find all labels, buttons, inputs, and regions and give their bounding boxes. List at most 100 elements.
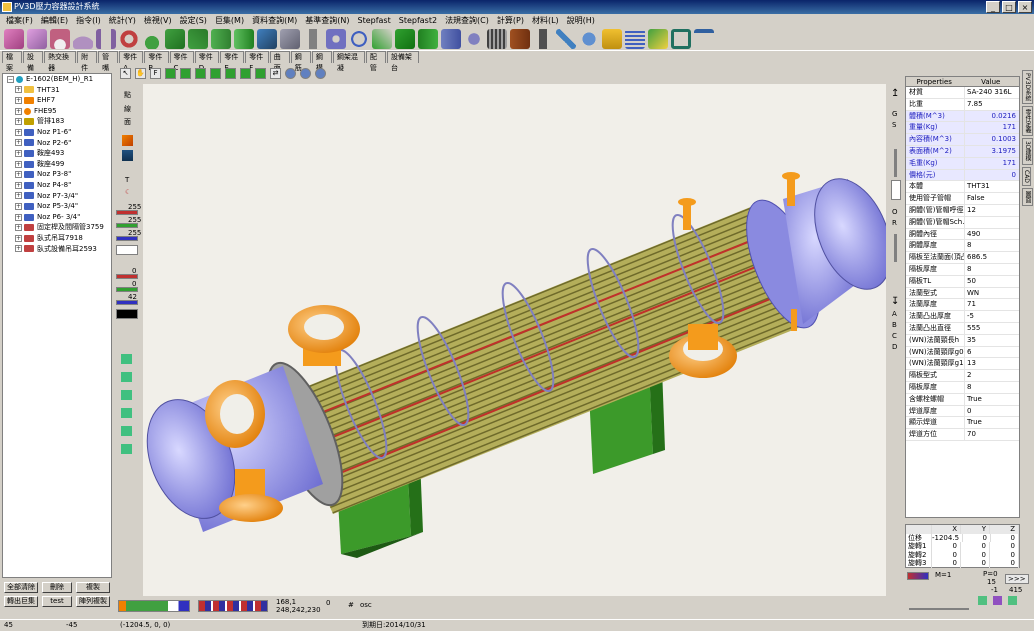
view-iso-icon[interactable] xyxy=(255,68,266,79)
menu-base-query[interactable]: 基準查詢(N) xyxy=(301,14,353,27)
bend-icon[interactable] xyxy=(372,29,392,49)
menu-code-query[interactable]: 法規查詢(C) xyxy=(441,14,493,27)
expand-icon[interactable]: + xyxy=(15,118,22,126)
tree-item[interactable]: + THT31 xyxy=(3,85,111,96)
property-row[interactable]: 隔板至法蘭面(頂凸)686.5 xyxy=(906,252,1019,264)
menu-data-query[interactable]: 資料查詢(M) xyxy=(248,14,301,27)
property-value[interactable]: 71 xyxy=(964,299,1019,311)
arch-icon[interactable] xyxy=(50,29,70,49)
property-row[interactable]: 材質 SA-240 316L xyxy=(906,87,1019,99)
menu-command[interactable]: 指令(I) xyxy=(72,14,105,27)
to-macro-button[interactable]: 轉出巨集 xyxy=(4,596,38,607)
box-icon[interactable] xyxy=(4,29,24,49)
menu-help[interactable]: 說明(H) xyxy=(563,14,599,27)
view-left-icon[interactable] xyxy=(195,68,206,79)
view-front-icon[interactable] xyxy=(165,68,176,79)
nozzle-icon[interactable] xyxy=(464,29,484,49)
zoom-in-icon[interactable] xyxy=(285,68,296,79)
panel-icon[interactable] xyxy=(648,29,668,49)
property-value[interactable]: 171 xyxy=(964,122,1019,134)
menu-edit[interactable]: 編輯(E) xyxy=(37,14,72,27)
tab-part-e[interactable]: 零件E xyxy=(220,51,245,72)
column-icon[interactable] xyxy=(533,29,553,49)
tab-surface[interactable]: 曲面 xyxy=(269,51,290,72)
layer-icon-4[interactable] xyxy=(121,408,132,418)
pipe-icon[interactable] xyxy=(303,29,323,49)
tree-item[interactable]: + FHE95 xyxy=(3,106,111,117)
valve-icon[interactable] xyxy=(234,29,254,49)
property-value[interactable]: 490 xyxy=(964,228,1019,240)
tab-steel[interactable]: 鋼構 xyxy=(311,51,332,72)
property-row[interactable]: 法蘭凸出厚度 -5 xyxy=(906,311,1019,323)
expand-icon[interactable]: + xyxy=(15,160,22,168)
property-value[interactable]: 555 xyxy=(964,322,1019,334)
layer-icon-1[interactable] xyxy=(121,354,132,364)
shade-icon[interactable] xyxy=(122,150,133,161)
tab-nozzle[interactable]: 管嘴 xyxy=(98,51,119,72)
stairs-icon[interactable] xyxy=(280,29,300,49)
tree-item[interactable]: + 臥式吊耳7918 xyxy=(3,233,111,244)
property-row[interactable]: 胴體(管)管帽呼徑 12 xyxy=(906,204,1019,217)
tool-letter-s[interactable]: S xyxy=(892,121,896,129)
rod-icon[interactable] xyxy=(556,29,576,49)
property-row[interactable]: 體積(M^3) 0.0216 xyxy=(906,110,1019,123)
side-tab-part-def[interactable]: 零件定義 xyxy=(1022,106,1033,137)
cross-icon[interactable] xyxy=(418,29,438,49)
gate-icon[interactable] xyxy=(96,29,116,49)
palette-bar[interactable] xyxy=(118,600,190,612)
tool-icon-green[interactable] xyxy=(978,596,987,605)
expand-icon[interactable]: + xyxy=(15,213,22,221)
layer-icon-5[interactable] xyxy=(121,426,132,436)
tube-bundle-icon[interactable] xyxy=(487,29,507,49)
property-value[interactable]: 6 xyxy=(964,346,1019,358)
menu-material[interactable]: 材料(L) xyxy=(528,14,563,27)
property-value[interactable]: 0 xyxy=(964,169,1019,181)
expand-icon[interactable]: + xyxy=(15,245,22,253)
property-row[interactable]: 使用管子管帽 False xyxy=(906,193,1019,205)
property-row[interactable]: 隔板型式 2 xyxy=(906,370,1019,382)
expand-icon[interactable]: + xyxy=(15,181,22,189)
tool-icon-purple[interactable] xyxy=(993,596,1002,605)
cube-icon[interactable] xyxy=(27,29,47,49)
property-row[interactable]: (WN)法蘭頸厚g0 6 xyxy=(906,346,1019,359)
tree-item[interactable]: + Noz P7-3/4" xyxy=(3,191,111,202)
tree-item[interactable]: + 管排183 xyxy=(3,116,111,127)
tool-letter-d[interactable]: D xyxy=(892,343,897,351)
zoom-slider[interactable] xyxy=(894,149,897,177)
copy-button[interactable]: 複製 xyxy=(76,582,110,593)
tool-letter-o[interactable]: O xyxy=(892,208,898,216)
layer-icon-6[interactable] xyxy=(121,444,132,454)
property-row[interactable]: 毛重(Kg) 171 xyxy=(906,157,1019,170)
menu-settings[interactable]: 設定(S) xyxy=(176,14,211,27)
green-slider-2[interactable] xyxy=(116,287,138,292)
property-row[interactable]: 價格(元) 0 xyxy=(906,169,1019,182)
menu-file[interactable]: 檔案(F) xyxy=(2,14,37,27)
coil-icon[interactable] xyxy=(625,29,645,49)
frame-icon[interactable] xyxy=(671,29,691,49)
collapse-icon[interactable]: − xyxy=(7,75,14,83)
menu-macro[interactable]: 巨集(M) xyxy=(211,14,248,27)
tool-icon-green-2[interactable] xyxy=(1008,596,1017,605)
property-row[interactable]: 胴體(管)管帽Sch. xyxy=(906,216,1019,229)
tab-part-d[interactable]: 零件D xyxy=(194,51,220,72)
tool-letter-r[interactable]: R xyxy=(892,219,897,227)
close-button[interactable]: × xyxy=(1018,1,1032,13)
tab-heat-exchanger[interactable]: 熱交換器 xyxy=(44,51,77,72)
tree-item[interactable]: + Noz P3-8" xyxy=(3,169,111,180)
tab-piping[interactable]: 配管 xyxy=(365,51,386,72)
property-row[interactable]: 隔板TL 50 xyxy=(906,275,1019,288)
text-tool[interactable]: T xyxy=(125,176,129,184)
maximize-button[interactable]: □ xyxy=(1002,1,1016,13)
property-row[interactable]: 隔板厚度 8 xyxy=(906,263,1019,276)
tab-part-c[interactable]: 零件C xyxy=(169,51,194,72)
flange-icon[interactable] xyxy=(326,29,346,49)
view-back-icon[interactable] xyxy=(180,68,191,79)
line-tool[interactable]: 線 xyxy=(124,104,131,114)
next-button[interactable]: >>> xyxy=(1005,574,1029,584)
property-value[interactable]: 0 xyxy=(964,405,1019,417)
property-value[interactable]: 12 xyxy=(964,204,1019,216)
property-value[interactable]: THT31 xyxy=(964,181,1019,193)
font-icon[interactable]: F xyxy=(150,68,161,79)
coupling-icon[interactable] xyxy=(441,29,461,49)
tree-item[interactable]: + Noz P1-6" xyxy=(3,127,111,138)
